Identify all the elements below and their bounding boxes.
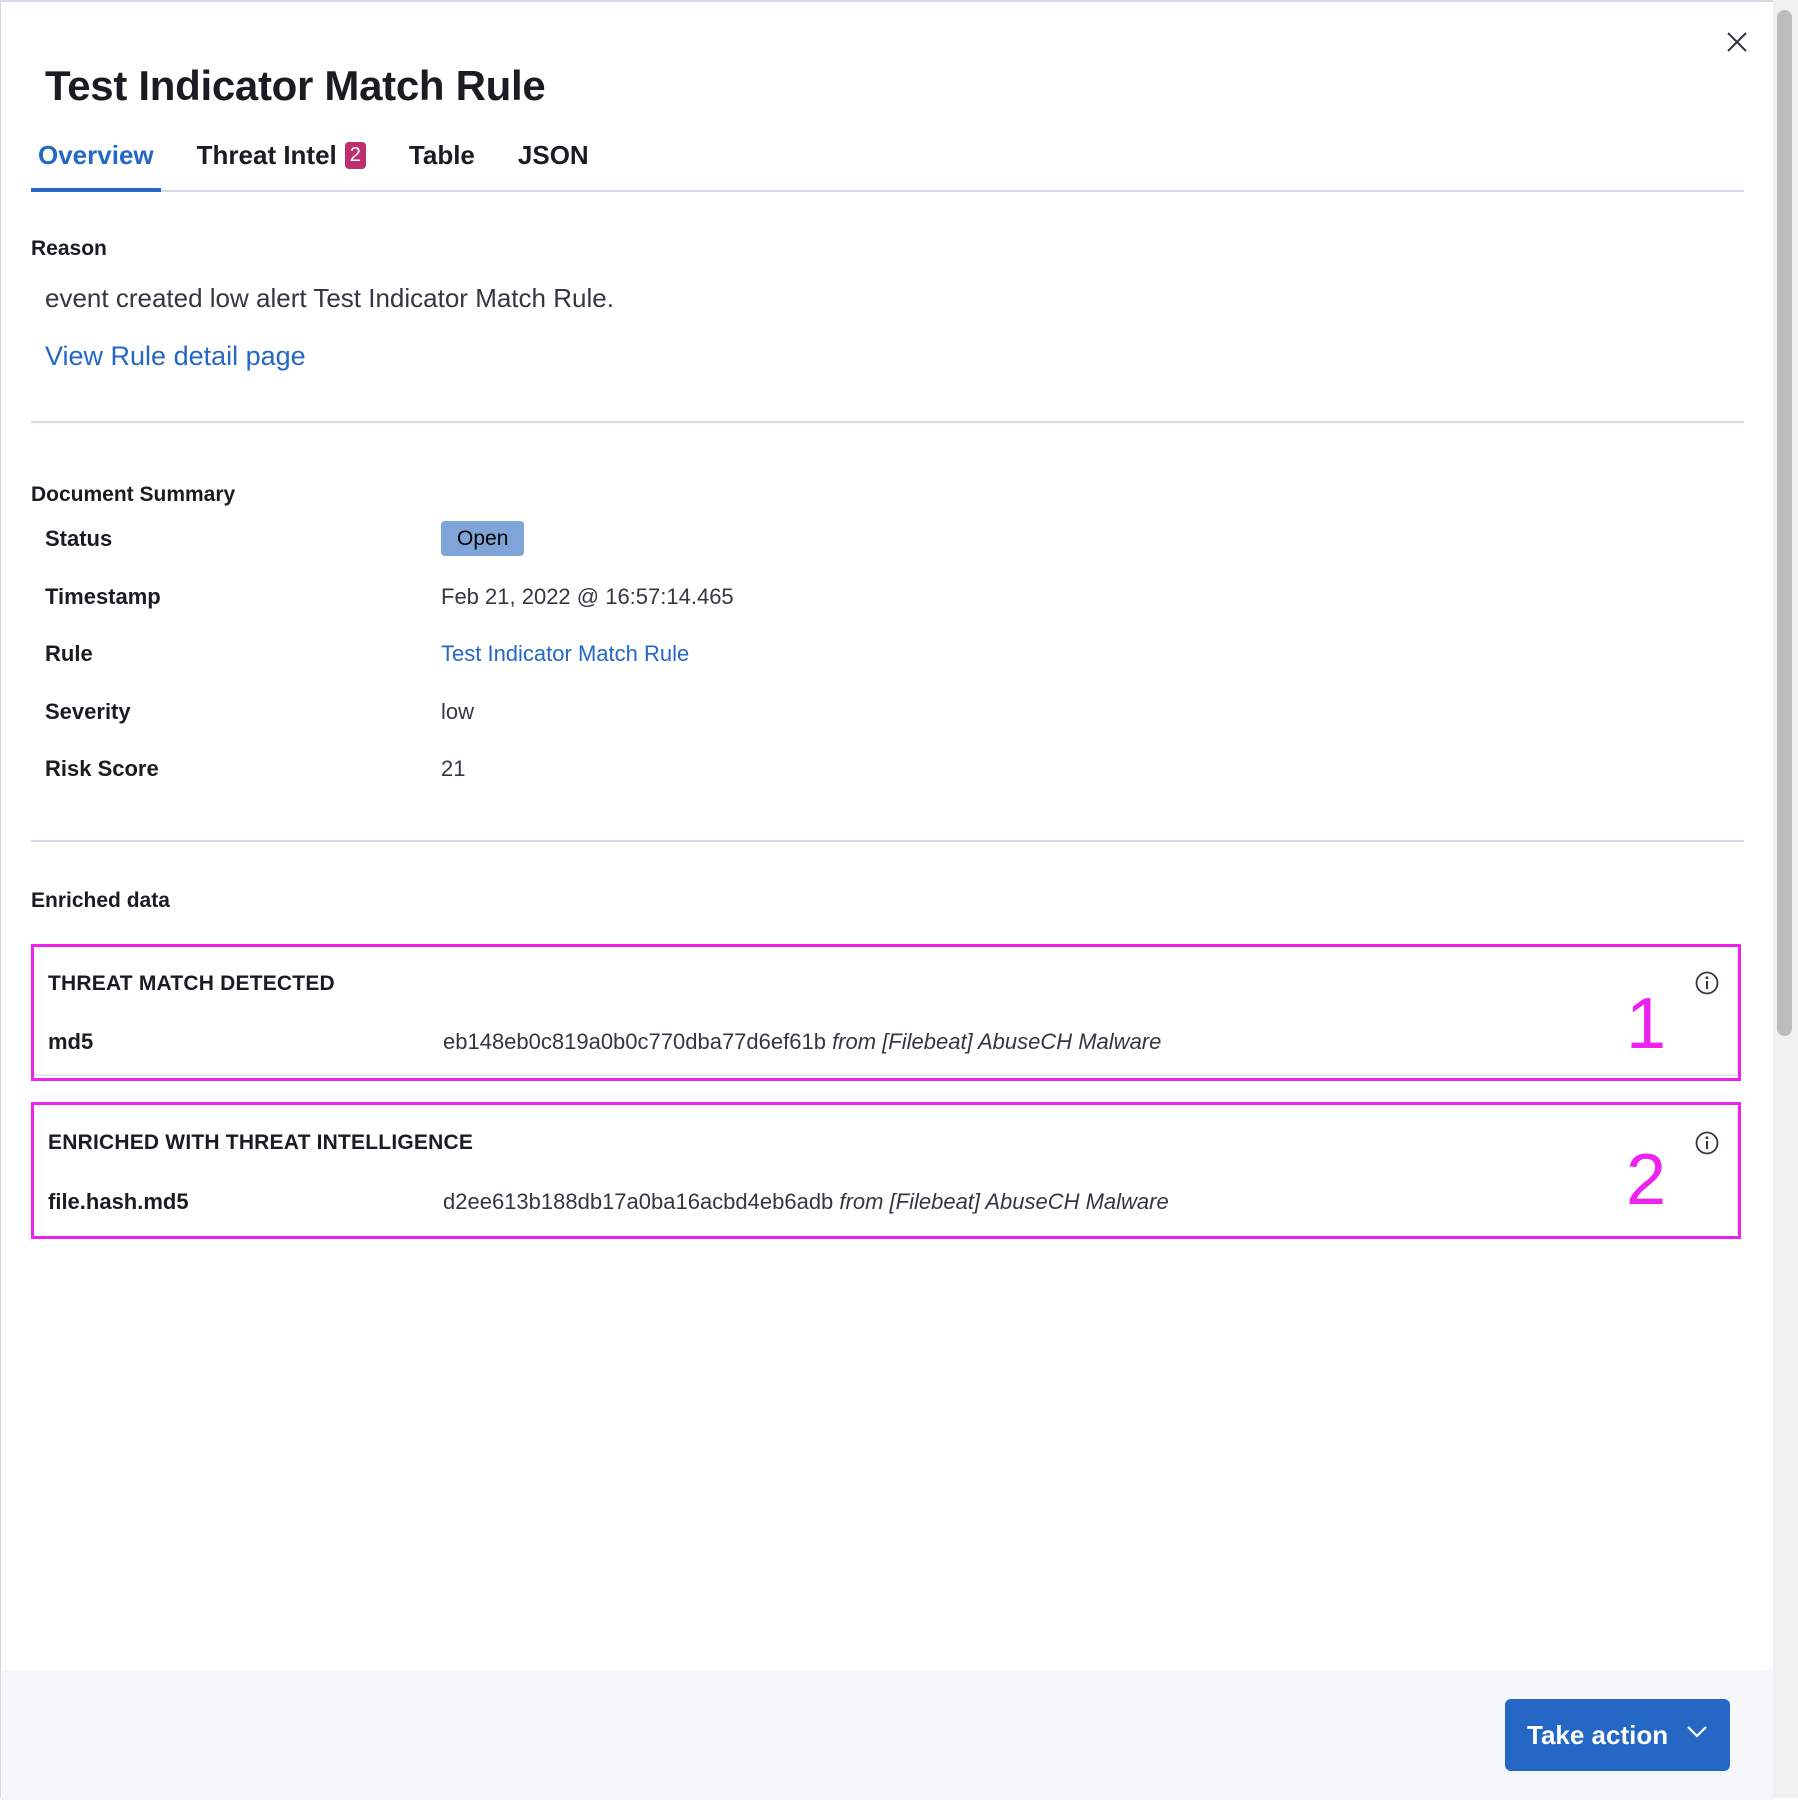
threat-match-box: THREAT MATCH DETECTED md5 eb148eb0c819a0… (31, 944, 1741, 1081)
summary-row-status: Status (45, 526, 1695, 566)
threat-match-heading: THREAT MATCH DETECTED (48, 972, 335, 995)
hash-value: d2ee613b188db17a0ba16acbd4eb6adb (443, 1189, 834, 1214)
hash-source: from [Filebeat] AbuseCH Malware (832, 1029, 1162, 1054)
chevron-down-icon (1687, 1726, 1707, 1738)
take-action-button[interactable]: Take action (1505, 1699, 1730, 1771)
reason-text: event created low alert Test Indicator M… (45, 283, 614, 313)
box-bottom-rule (34, 1074, 1738, 1076)
summary-row-timestamp: Timestamp Feb 21, 2022 @ 16:57:14.465 (45, 584, 1695, 624)
summary-key: Status (45, 526, 113, 551)
tab-table[interactable]: Table (402, 130, 482, 190)
view-rule-detail-link[interactable]: View Rule detail page (45, 341, 306, 372)
annotation-number: 2 (1626, 1140, 1667, 1220)
hash-source: from [Filebeat] AbuseCH Malware (839, 1189, 1169, 1214)
status-badge[interactable]: Open (441, 521, 525, 556)
summary-row-risk-score: Risk Score 21 (45, 756, 1695, 796)
severity-value: low (441, 699, 475, 724)
alert-flyout: Test Indicator Match Rule Overview Threa… (0, 0, 1774, 1800)
threat-intel-count-badge: 2 (344, 142, 366, 169)
tab-overview-label: Overview (38, 140, 154, 170)
tab-threat-intel-label: Threat Intel (196, 140, 337, 170)
threat-intel-box: ENRICHED WITH THREAT INTELLIGENCE file.h… (31, 1102, 1741, 1239)
tab-threat-intel[interactable]: Threat Intel 2 (190, 130, 373, 190)
divider (31, 421, 1744, 423)
summary-key: Timestamp (45, 584, 161, 609)
tab-bar: Overview Threat Intel 2 Table JSON (31, 130, 1744, 192)
take-action-label: Take action (1527, 1719, 1669, 1750)
threat-intel-heading: ENRICHED WITH THREAT INTELLIGENCE (48, 1131, 474, 1154)
close-button[interactable] (1719, 24, 1755, 60)
tab-json[interactable]: JSON (511, 130, 596, 190)
hash-value: eb148eb0c819a0b0c770dba77d6ef61b (443, 1029, 826, 1054)
risk-score-value: 21 (441, 756, 466, 781)
flyout-title: Test Indicator Match Rule (45, 62, 546, 109)
annotation-number: 1 (1626, 984, 1667, 1064)
reason-heading: Reason (31, 237, 107, 260)
document-summary-heading: Document Summary (31, 483, 236, 506)
tab-json-label: JSON (517, 140, 589, 170)
threat-field-name: file.hash.md5 (48, 1189, 189, 1214)
summary-key: Rule (45, 641, 93, 666)
info-icon[interactable] (1694, 970, 1720, 996)
info-icon[interactable] (1694, 1130, 1720, 1156)
threat-field-value: d2ee613b188db17a0ba16acbd4eb6adb from [F… (443, 1189, 1169, 1215)
threat-field-name: md5 (48, 1029, 94, 1054)
rule-name-link[interactable]: Test Indicator Match Rule (441, 641, 689, 667)
enriched-data-heading: Enriched data (31, 889, 170, 912)
tab-table-label: Table (408, 140, 475, 170)
summary-key: Risk Score (45, 756, 159, 781)
summary-key: Severity (45, 699, 131, 724)
summary-row-severity: Severity low (45, 699, 1695, 739)
threat-field-value: eb148eb0c819a0b0c770dba77d6ef61b from [F… (443, 1029, 1161, 1055)
timestamp-value: Feb 21, 2022 @ 16:57:14.465 (441, 584, 734, 609)
close-icon (1727, 32, 1747, 52)
summary-row-rule: Rule Test Indicator Match Rule (45, 641, 1695, 681)
divider (31, 840, 1744, 842)
tab-overview[interactable]: Overview (31, 130, 161, 192)
scrollbar-thumb[interactable] (1777, 10, 1792, 1036)
